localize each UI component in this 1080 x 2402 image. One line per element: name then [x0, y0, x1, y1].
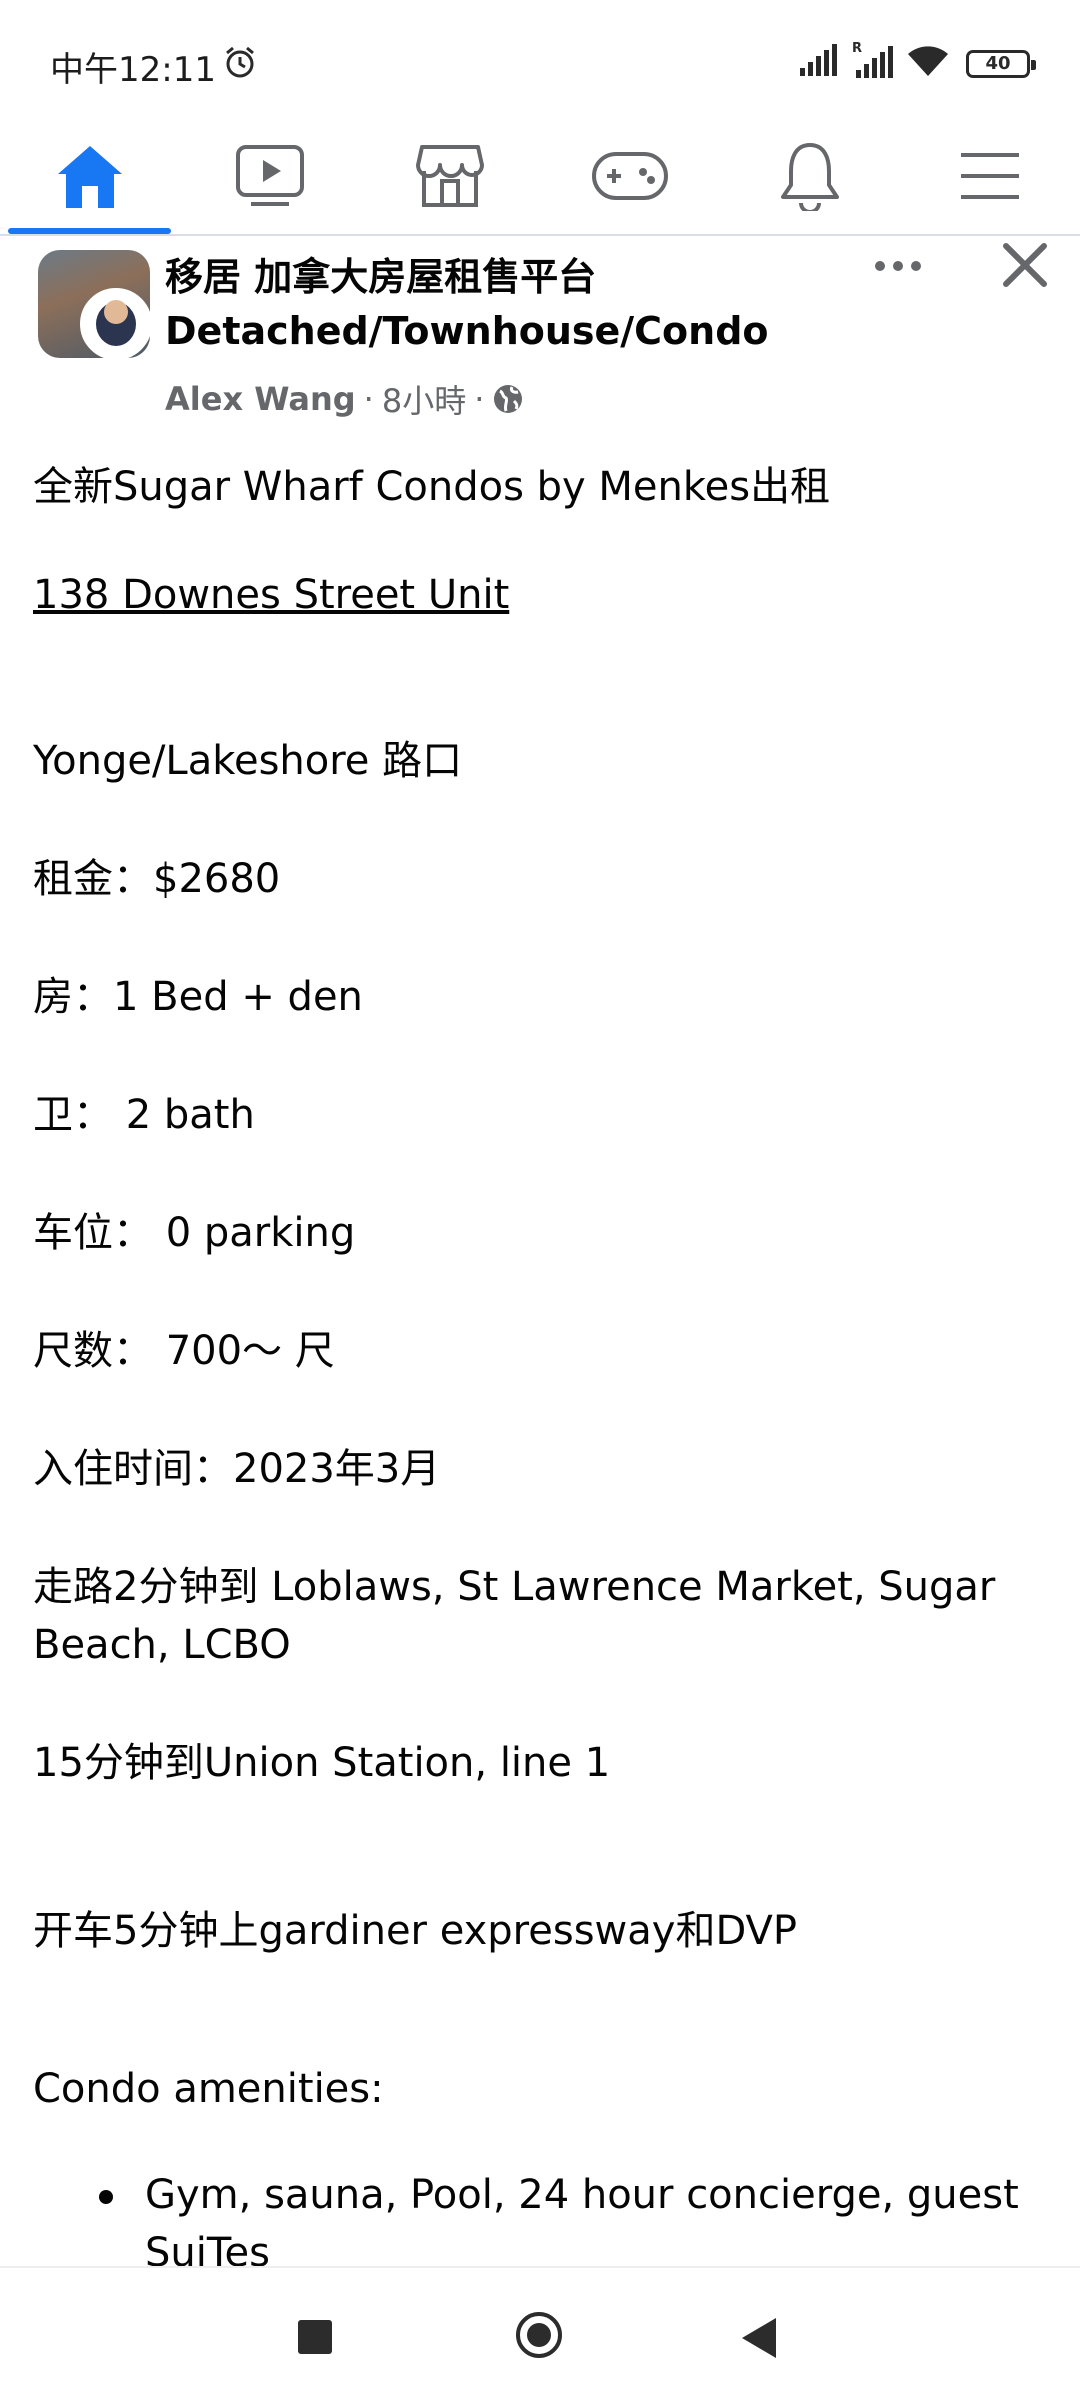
- author-name[interactable]: Alex Wang: [165, 380, 356, 418]
- rent-text: 租金：$2680: [33, 856, 281, 902]
- more-options-icon[interactable]: [868, 246, 928, 286]
- wifi-icon: [908, 46, 948, 76]
- globe-icon: [494, 385, 523, 413]
- tab-watch[interactable]: [180, 118, 360, 234]
- status-bar: 中午12:11 R 40: [0, 0, 1080, 118]
- walking-text: 走路2分钟到 Loblaws, St Lawrence Market, Suga…: [33, 1564, 996, 1668]
- watch-icon: [236, 145, 304, 206]
- transit-text: 15分钟到Union Station, line 1: [33, 1740, 611, 1786]
- tab-gaming[interactable]: [540, 118, 720, 234]
- cell-signal-icon: [800, 44, 837, 76]
- amenities-heading: Condo amenities:: [33, 2066, 384, 2112]
- close-icon[interactable]: [998, 238, 1052, 292]
- author-avatar-head: [104, 300, 128, 324]
- bathroom-text: 卫： 2 bath: [33, 1092, 255, 1138]
- move-in-text: 入住时间：2023年3月: [33, 1446, 441, 1492]
- intersection-text: Yonge/Lakeshore 路口: [33, 738, 463, 784]
- size-text: 尺数： 700～ 尺: [33, 1328, 335, 1374]
- active-tab-indicator: [8, 228, 171, 234]
- tab-home[interactable]: [0, 118, 180, 234]
- group-avatar[interactable]: [38, 250, 150, 358]
- post-meta: Alex Wang · 8小時 ·: [165, 376, 524, 422]
- tab-notifications[interactable]: [720, 118, 900, 234]
- top-nav: [0, 118, 1080, 236]
- recent-apps-button[interactable]: [298, 2320, 332, 2354]
- roaming-signal-icon: R: [852, 41, 893, 78]
- menu-icon: [961, 153, 1019, 199]
- system-nav-bar: [0, 2266, 1080, 2402]
- gaming-icon: [592, 152, 668, 200]
- group-title[interactable]: 移居 加拿大房屋租售平台 Detached/Townhouse/Condo: [165, 250, 865, 358]
- battery-level: 40: [985, 53, 1011, 74]
- address-link[interactable]: 138 Downes Street Unit: [33, 566, 509, 624]
- parking-text: 车位： 0 parking: [33, 1210, 356, 1256]
- tab-marketplace[interactable]: [360, 118, 540, 234]
- battery-icon: 40: [966, 50, 1036, 78]
- bullet-dot: [99, 2190, 113, 2204]
- driving-text: 开车5分钟上gardiner expressway和DVP: [33, 1908, 798, 1954]
- home-button[interactable]: [516, 2312, 562, 2358]
- tab-menu[interactable]: [900, 118, 1080, 234]
- post-time[interactable]: 8小時: [382, 376, 466, 422]
- home-icon: [58, 146, 122, 208]
- post-headline: 全新Sugar Wharf Condos by Menkes出租: [33, 464, 831, 510]
- back-button[interactable]: [742, 2318, 776, 2358]
- notifications-icon: [781, 143, 839, 211]
- amenities-item: Gym, sauna, Pool, 24 hour concierge, gue…: [145, 2172, 1019, 2276]
- meta-separator-2: ·: [474, 380, 485, 418]
- alarm-icon: [226, 46, 254, 78]
- bedroom-text: 房：1 Bed + den: [33, 974, 363, 1020]
- meta-separator: ·: [363, 380, 374, 418]
- svg-text:R: R: [852, 41, 862, 56]
- status-time: 中午12:11: [50, 50, 216, 90]
- marketplace-icon: [416, 145, 484, 207]
